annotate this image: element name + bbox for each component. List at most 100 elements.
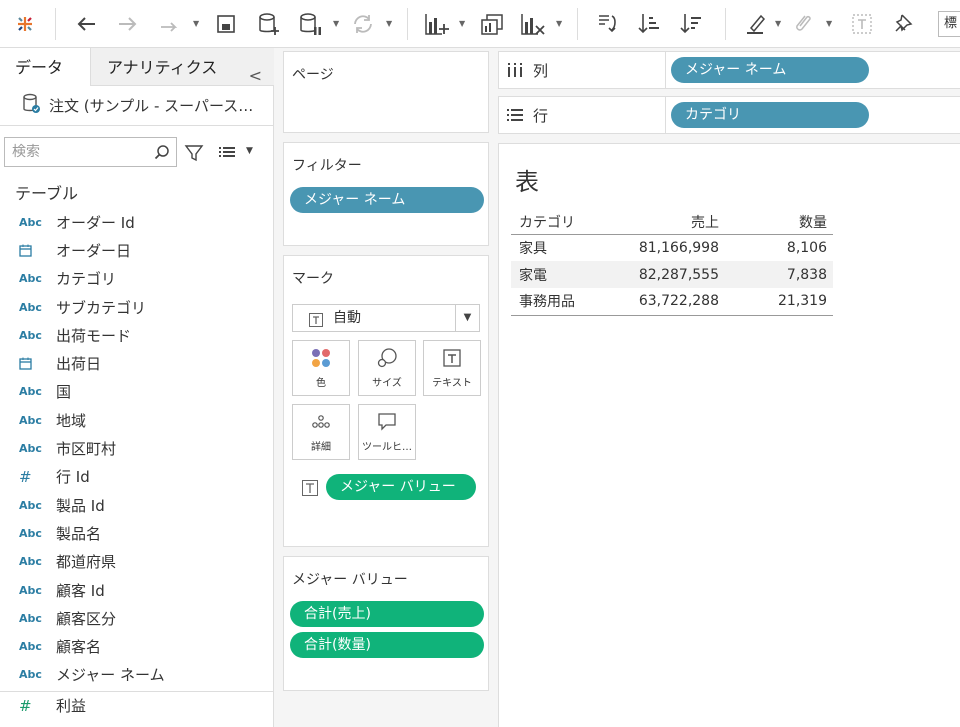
field-name: 利益	[56, 697, 87, 716]
worksheet-view: 表 カテゴリ 売上 数量 家具 81,166,998 8,106 家電 82,2…	[498, 143, 960, 727]
text-encoding-pill[interactable]: メジャー バリュー	[326, 474, 476, 500]
pages-shelf[interactable]: ページ	[283, 51, 489, 133]
view-options-icon[interactable]	[218, 144, 236, 164]
field-item[interactable]: Abc 顧客 Id	[0, 576, 274, 604]
string-type-icon: Abc	[19, 555, 42, 569]
field-item[interactable]: Abc 製品 Id	[0, 491, 274, 519]
columns-shelf[interactable]: 列 メジャー ネーム	[498, 51, 960, 89]
sheet-title[interactable]: 表	[515, 162, 539, 197]
field-name: 出荷日	[56, 355, 102, 374]
duplicate-sheet-icon[interactable]	[476, 0, 508, 48]
row-header[interactable]: 家電	[511, 261, 621, 288]
label-icon[interactable]	[848, 0, 876, 48]
string-type-icon: Abc	[19, 272, 42, 286]
size-label: サイズ	[372, 378, 402, 389]
table-cell[interactable]: 82,287,555	[621, 261, 725, 288]
datasource-item[interactable]: 注文 (サンプル - スーパース…	[0, 86, 274, 126]
field-item[interactable]: Abc カテゴリ	[0, 265, 274, 293]
fit-dropdown[interactable]: 標	[938, 0, 960, 48]
rows-shelf-label: 行	[507, 97, 548, 133]
field-item[interactable]: Abc メジャー ネーム	[0, 661, 274, 689]
columns-pill[interactable]: メジャー ネーム	[671, 57, 869, 83]
refresh-icon[interactable]	[348, 0, 378, 48]
text-label: テキスト	[432, 378, 472, 389]
tab-data[interactable]: データ	[0, 48, 90, 86]
field-item[interactable]: Abc 出荷モード	[0, 321, 274, 349]
field-item[interactable]: Abc 製品名	[0, 519, 274, 547]
highlight-icon[interactable]	[742, 0, 770, 48]
field-item[interactable]: オーダー日	[0, 236, 274, 264]
rows-icon	[507, 109, 523, 121]
table-cell[interactable]: 81,166,998	[621, 234, 725, 261]
field-item[interactable]: Abc 顧客区分	[0, 604, 274, 632]
string-type-icon: Abc	[19, 413, 42, 427]
table-cell[interactable]: 8,106	[725, 234, 833, 261]
field-item[interactable]: Abc オーダー Id	[0, 208, 274, 236]
search-icon[interactable]	[154, 144, 170, 164]
columns-shelf-label: 列	[507, 52, 548, 88]
measure-value-pill[interactable]: 合計(数量)	[290, 632, 484, 658]
text-icon	[424, 347, 480, 369]
chevron-down-icon[interactable]: ▼	[455, 305, 479, 331]
search-input[interactable]	[5, 138, 145, 166]
size-button[interactable]: サイズ	[358, 340, 416, 396]
string-type-icon: Abc	[19, 300, 42, 314]
save-icon[interactable]	[212, 0, 240, 48]
redo-icon[interactable]	[154, 0, 184, 48]
field-name: 製品 Id	[56, 496, 105, 515]
field-item[interactable]: Abc 国	[0, 378, 274, 406]
datasource-name: 注文 (サンプル - スーパース…	[49, 97, 254, 115]
color-button[interactable]: 色	[292, 340, 350, 396]
swap-icon[interactable]	[592, 0, 622, 48]
field-name: メジャー ネーム	[56, 666, 165, 685]
table-cell[interactable]: 21,319	[725, 288, 833, 316]
field-name: 地域	[56, 411, 87, 430]
forward-icon[interactable]	[114, 0, 142, 48]
filters-shelf[interactable]: フィルター メジャー ネーム	[283, 142, 489, 246]
pause-updates-icon[interactable]	[296, 0, 326, 48]
tab-analytics[interactable]: アナリティクス <	[90, 48, 274, 86]
measure-type-icon: #	[19, 696, 32, 715]
field-item[interactable]: Abc 顧客名	[0, 632, 274, 660]
field-item[interactable]: # 行 Id	[0, 463, 274, 491]
column-header-category[interactable]: カテゴリ	[511, 210, 621, 235]
filter-pill[interactable]: メジャー ネーム	[290, 187, 484, 213]
field-item[interactable]: Abc サブカテゴリ	[0, 293, 274, 321]
color-label: 色	[316, 378, 326, 389]
field-item-measure[interactable]: # 利益	[0, 691, 274, 719]
column-header-sales[interactable]: 売上	[621, 210, 725, 235]
rows-shelf[interactable]: 行 カテゴリ	[498, 96, 960, 134]
table-cell[interactable]: 63,722,288	[621, 288, 725, 316]
field-item[interactable]: Abc 都道府県	[0, 548, 274, 576]
tooltip-button[interactable]: ツールヒ…	[358, 404, 416, 460]
field-item[interactable]: Abc 市区町村	[0, 434, 274, 462]
column-header-quantity[interactable]: 数量	[725, 210, 833, 235]
row-header[interactable]: 事務用品	[511, 288, 621, 316]
detail-button[interactable]: 詳細	[292, 404, 350, 460]
new-datasource-icon[interactable]	[254, 0, 284, 48]
table-cell[interactable]: 7,838	[725, 261, 833, 288]
field-item[interactable]: Abc 地域	[0, 406, 274, 434]
clear-sheet-icon[interactable]	[516, 0, 550, 48]
toolbar: ▼ ▼ ▼ ▼ ▼ ▼ ▼ 標	[0, 0, 960, 48]
pin-icon[interactable]	[890, 0, 918, 48]
view-options-caret-icon[interactable]: ▼	[246, 146, 253, 156]
detail-label: 詳細	[311, 442, 331, 453]
tableau-logo-icon[interactable]	[10, 0, 40, 48]
sort-ascending-icon[interactable]	[634, 0, 664, 48]
group-icon[interactable]	[788, 0, 816, 48]
row-header[interactable]: 家具	[511, 234, 621, 261]
string-type-icon: Abc	[19, 668, 42, 682]
filter-icon[interactable]	[184, 143, 204, 167]
pane-tabs: データ アナリティクス <	[0, 48, 274, 86]
text-button[interactable]: テキスト	[423, 340, 481, 396]
field-item[interactable]: 出荷日	[0, 349, 274, 377]
rows-pill[interactable]: カテゴリ	[671, 102, 869, 128]
back-icon[interactable]	[72, 0, 100, 48]
sort-descending-icon[interactable]	[676, 0, 706, 48]
field-name: 顧客区分	[56, 609, 117, 628]
string-type-icon: Abc	[19, 611, 42, 625]
measure-value-pill[interactable]: 合計(売上)	[290, 601, 484, 627]
new-sheet-icon[interactable]	[420, 0, 454, 48]
mark-type-dropdown[interactable]: 自動 ▼	[292, 304, 480, 332]
